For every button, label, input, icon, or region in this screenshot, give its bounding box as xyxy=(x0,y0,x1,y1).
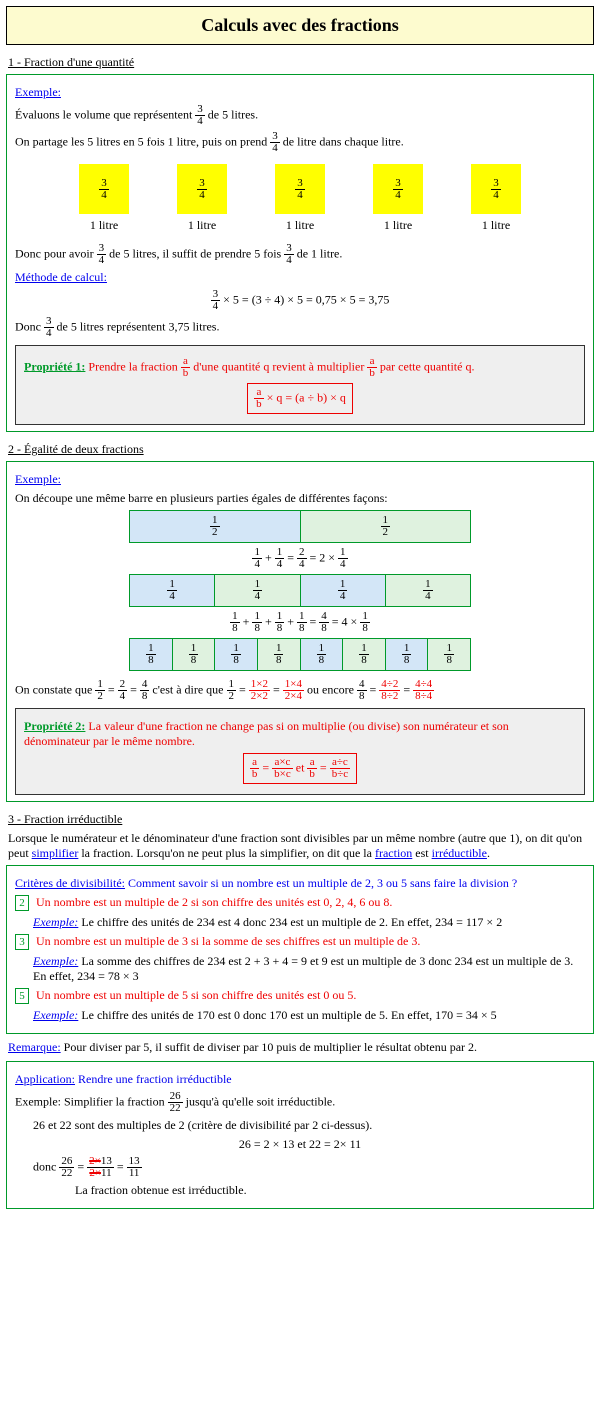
crit-2-icon: 2 xyxy=(15,895,29,911)
crit-5-icon: 5 xyxy=(15,988,29,1004)
page-title: Calculs avec des fractions xyxy=(15,15,585,36)
section-1-box: Exemple: Évaluons le volume que représen… xyxy=(6,74,594,432)
frac-3-4: 34 xyxy=(195,104,205,127)
bar-quarters: 14 14 14 14 xyxy=(129,574,471,607)
s1-line3: Donc pour avoir 34 de 5 litres, il suffi… xyxy=(15,243,585,266)
s1-calc: 34 × 5 = (3 ÷ 4) × 5 = 0,75 × 5 = 3,75 xyxy=(15,289,585,312)
remarque: Remarque: Pour diviser par 5, il suffit … xyxy=(8,1040,592,1055)
litre-item: 34 1 litre xyxy=(471,164,521,233)
bar-eighths: 18 18 18 18 18 18 18 18 xyxy=(129,638,471,671)
prop2-formula: ab = a×cb×c et ab = a÷cb÷c xyxy=(243,753,357,784)
section-2-box: Exemple: On découpe une même barre en pl… xyxy=(6,461,594,802)
criteres-box: Critères de divisibilité: Comment savoir… xyxy=(6,865,594,1034)
litre-item: 34 1 litre xyxy=(373,164,423,233)
section-2-heading: 2 - Égalité de deux fractions xyxy=(8,442,592,457)
s1-line4: Donc 34 de 5 litres représentent 3,75 li… xyxy=(15,316,585,339)
methode-label: Méthode de calcul: xyxy=(15,270,107,284)
propriete-2-box: Propriété 2: La valeur d'une fraction ne… xyxy=(15,708,585,795)
prop2-label: Propriété 2: xyxy=(24,719,85,733)
application-box: Application: Rendre une fraction irréduc… xyxy=(6,1061,594,1209)
prop1-formula: ab × q = (a ÷ b) × q xyxy=(247,383,353,414)
litre-item: 34 1 litre xyxy=(79,164,129,233)
propriete-1-box: Propriété 1: Prendre la fraction ab d'un… xyxy=(15,345,585,425)
section-1-heading: 1 - Fraction d'une quantité xyxy=(8,55,592,70)
eq-eighths: 18 + 18 + 18 + 18 = 48 = 4 × 18 xyxy=(15,611,585,634)
litre-row: 34 1 litre 34 1 litre 34 1 litre 34 1 li… xyxy=(55,164,545,233)
litre-item: 34 1 litre xyxy=(275,164,325,233)
app-calc: donc 2622 = 2×132×11 = 1311 xyxy=(33,1156,585,1179)
s1-line1: Évaluons le volume que représentent 34 d… xyxy=(15,104,585,127)
crit-3-icon: 3 xyxy=(15,934,29,950)
app-line1: Exemple: Simplifier la fraction 2622 jus… xyxy=(15,1091,585,1114)
exemple-label: Exemple: xyxy=(15,85,61,99)
bar-halves: 12 12 xyxy=(129,510,471,543)
section-3-heading: 3 - Fraction irréductible xyxy=(8,812,592,827)
eq-quarters: 14 + 14 = 24 = 2 × 14 xyxy=(15,547,585,570)
prop1-label: Propriété 1: xyxy=(24,359,85,373)
frac-3-4: 34 xyxy=(270,131,280,154)
litre-item: 34 1 litre xyxy=(177,164,227,233)
constat: On constate que 12 = 24 = 48 c'est à dir… xyxy=(15,679,585,702)
s1-line2: On partage les 5 litres en 5 fois 1 litr… xyxy=(15,131,585,154)
s3-intro: Lorsque le numérateur et le dénominateur… xyxy=(8,831,592,861)
page-title-box: Calculs avec des fractions xyxy=(6,6,594,45)
